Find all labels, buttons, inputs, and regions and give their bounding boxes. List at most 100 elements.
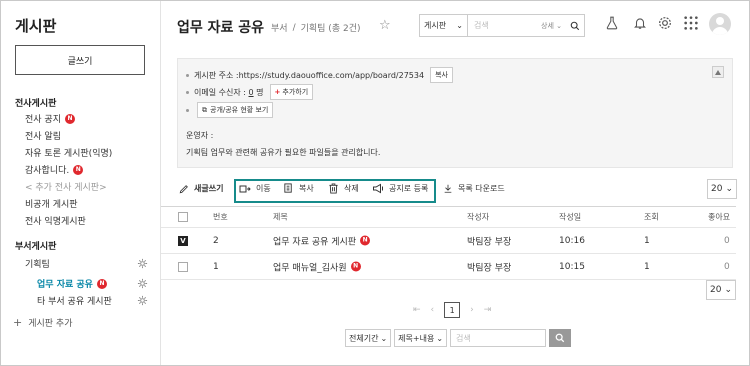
breadcrumb-dept[interactable]: 부서 [271, 21, 288, 34]
address-value: https://study.daouoffice.com/app/board/2… [238, 70, 425, 80]
breadcrumb-separator: / [292, 22, 296, 33]
col-date-header[interactable]: 작성일 [559, 212, 581, 223]
sidebar-item-company-notice[interactable]: 전사 공지 N [25, 112, 75, 125]
search-scope-select[interactable]: 게시판 ⌄ [420, 15, 468, 36]
sidebar-item-label: 전사 공지 [25, 115, 61, 125]
sidebar-item-planning-team[interactable]: 기획팀 [25, 257, 50, 270]
col-likes-header[interactable]: 좋아요 [708, 212, 730, 223]
search-detail-toggle[interactable]: 상세 ⌄ [541, 21, 562, 31]
sidebar-item-label: 비공개 게시판 [25, 200, 78, 210]
search-button[interactable] [549, 329, 572, 347]
sidebar-item-company-alert[interactable]: 전사 알림 [25, 129, 61, 142]
add-recipient-button[interactable]: + 추가하기 [269, 84, 314, 100]
col-views-header[interactable]: 조회 [644, 212, 659, 223]
row-title-link[interactable]: 업무 자료 공유 게시판 N [273, 234, 371, 247]
breadcrumb: 부서 / 기획팀 (총 2건) [271, 21, 361, 35]
col-author-header[interactable]: 작성자 [467, 212, 489, 223]
sidebar-item-anonymous-board[interactable]: 전사 익명게시판 [25, 214, 86, 227]
operator-label: 운영자 : [186, 131, 214, 140]
megaphone-icon [373, 183, 383, 194]
row-date: 10:15 [559, 261, 585, 272]
collapse-button[interactable] [712, 66, 724, 78]
row-checkbox[interactable] [178, 261, 188, 272]
row-likes: 0 [724, 235, 730, 246]
field-select[interactable]: 제목+내용 ⌄ [394, 329, 448, 347]
sidebar-item-label: 감사합니다. [25, 166, 70, 176]
select-all-checkbox[interactable] [178, 212, 188, 222]
bullet-icon [186, 108, 189, 112]
table-row[interactable]: V 2 업무 자료 공유 게시판 N 박팀장 부장 10:16 1 0 [161, 228, 736, 254]
register-notice-button[interactable]: 공지로 등록 [372, 183, 428, 194]
gear-icon[interactable] [137, 295, 148, 306]
sidebar-item-label: 자유 토론 게시판(익명) [25, 149, 113, 159]
prev-page-icon[interactable]: ‹ [431, 305, 435, 315]
app-grid-icon[interactable] [681, 13, 701, 33]
move-button[interactable]: 이동 [239, 183, 271, 194]
first-page-icon[interactable]: ⇤ [413, 305, 421, 315]
page-size-select-bottom[interactable]: 20 ⌄ [706, 280, 736, 300]
col-no-header[interactable]: 번호 [213, 212, 228, 223]
move-label: 이동 [256, 184, 271, 193]
period-value: 전체기간 [349, 333, 379, 343]
download-list-label: 목록 다운로드 [458, 184, 505, 193]
row-checkbox[interactable]: V [178, 235, 188, 246]
new-badge: N [96, 278, 107, 289]
sidebar-item-label: 업무 자료 공유 [37, 280, 93, 290]
current-page[interactable]: 1 [444, 302, 461, 318]
address-label: 게시판 주소 : [194, 70, 239, 80]
row-no: 2 [213, 235, 219, 246]
sidebar-item-label: 타 부서 공유 게시판 [37, 297, 112, 307]
share-status-button[interactable]: ⧉ 공개/공유 현황 보기 [197, 102, 274, 118]
star-icon[interactable]: ☆ [379, 18, 391, 33]
sidebar-item-add-company-board[interactable]: < 추가 전사 게시판> [25, 180, 107, 193]
breadcrumb-team[interactable]: 기획팀 (총 2건) [301, 21, 361, 34]
plus-icon: + [274, 88, 281, 96]
copy-address-button[interactable]: 복사 [430, 67, 453, 83]
new-badge: N [64, 113, 75, 124]
chevron-down-icon: ⌄ [725, 184, 733, 194]
new-post-label: 새글쓰기 [194, 184, 224, 193]
sidebar-item-work-share[interactable]: 업무 자료 공유 N [37, 277, 107, 290]
sidebar-item-other-dept-share[interactable]: 타 부서 공유 게시판 [37, 294, 112, 307]
row-title: 업무 자료 공유 게시판 [273, 237, 357, 247]
row-title-link[interactable]: 업무 매뉴얼_김사원 N [273, 260, 361, 273]
gear-icon[interactable] [655, 13, 675, 33]
sidebar-item-free-discussion[interactable]: 자유 토론 게시판(익명) [25, 146, 112, 159]
last-page-icon[interactable]: ⇥ [484, 305, 492, 315]
board-info-panel: 게시판 주소 : https://study.daouoffice.com/app… [177, 58, 733, 168]
email-unit: 명 [256, 87, 264, 97]
write-button[interactable]: 글쓰기 [15, 45, 145, 75]
sidebar-item-thanks[interactable]: 감사합니다. N [25, 163, 84, 176]
search-icon[interactable] [566, 21, 584, 31]
delete-button[interactable]: 삭제 [328, 183, 359, 194]
new-post-button[interactable]: 새글쓰기 [179, 183, 223, 194]
sidebar: 게시판 글쓰기 전사게시판 전사 공지 N 전사 알림 자유 토론 게시판(익명)… [1, 1, 161, 365]
bottom-search: 전체기간 ⌄ 제목+내용 ⌄ 검색 [345, 329, 572, 347]
next-page-icon[interactable]: › [470, 305, 474, 315]
page-size-select[interactable]: 20 ⌄ [707, 179, 737, 199]
gear-icon[interactable] [137, 258, 148, 269]
row-author[interactable]: 박팀장 부장 [467, 260, 511, 273]
share-icon: ⧉ [202, 105, 207, 114]
bullet-icon [186, 73, 189, 77]
period-select[interactable]: 전체기간 ⌄ [345, 329, 392, 347]
gear-icon[interactable] [137, 278, 148, 289]
bell-icon[interactable] [630, 13, 650, 33]
sidebar-item-label: 기획팀 [25, 260, 50, 270]
download-icon [444, 184, 452, 193]
sidebar-item-private-board[interactable]: 비공개 게시판 [25, 197, 78, 210]
download-list-button[interactable]: 목록 다운로드 [443, 183, 505, 194]
copy-button[interactable]: 복사 [283, 183, 314, 194]
add-board-button[interactable]: + 게시판 추가 [13, 316, 72, 329]
row-author[interactable]: 박팀장 부장 [467, 234, 511, 247]
search-input[interactable]: 검색 [468, 20, 541, 31]
app-title: 게시판 [15, 17, 57, 35]
avatar[interactable] [709, 13, 731, 35]
bottom-search-input[interactable]: 검색 [450, 329, 547, 347]
row-no: 1 [213, 261, 219, 272]
flask-icon[interactable] [602, 13, 622, 33]
row-views: 1 [644, 261, 650, 272]
table-row[interactable]: 1 업무 매뉴얼_김사원 N 박팀장 부장 10:15 1 0 [161, 254, 736, 280]
col-title-header[interactable]: 제목 [273, 212, 288, 223]
page-size-value: 20 [710, 285, 722, 295]
